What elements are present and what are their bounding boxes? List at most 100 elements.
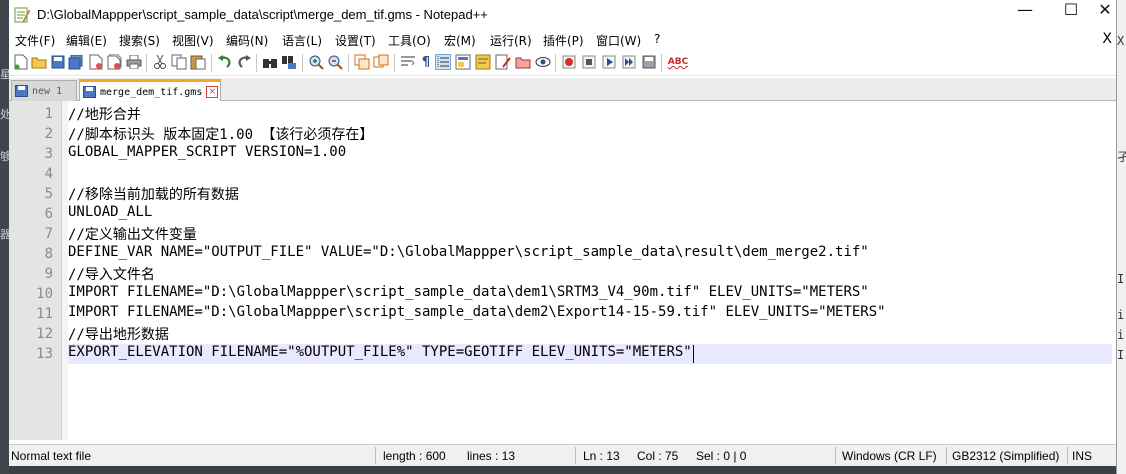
stop-macro-icon[interactable] [581,54,597,70]
toolbar-separator [661,54,662,72]
udl-icon[interactable] [455,54,471,70]
tab-new-1[interactable]: new 1 [11,80,77,101]
menu-language[interactable]: 语言(L) [282,32,322,49]
close-all-icon[interactable] [106,54,122,70]
status-line-number: Ln : 13 [583,449,620,463]
toolbar-separator [256,54,257,72]
status-selection: Sel : 0 | 0 [696,449,747,463]
code-line: //脚本标识头 版本固定1.00 【该行必须存在】 [68,127,374,143]
menu-view[interactable]: 视图(V) [172,32,214,49]
menu-encoding[interactable]: 编码(N) [226,32,268,49]
toolbar: ¶ ABC [9,50,1116,76]
cut-icon[interactable] [152,54,168,70]
run-macro-multiple-icon[interactable] [621,54,637,70]
menu-plugins[interactable]: 插件(P) [543,32,584,49]
menu-file[interactable]: 文件(F) [15,32,55,49]
line-number: 9 [44,266,53,282]
status-insert-mode[interactable]: INS [1072,449,1092,463]
zoom-out-icon[interactable] [327,54,343,70]
copy-icon[interactable] [171,54,187,70]
code-line: IMPORT FILENAME="D:\GlobalMappper\script… [68,284,869,300]
saved-file-icon [15,85,28,97]
close-window-button[interactable]: ✕ [1094,0,1116,30]
menu-window[interactable]: 窗口(W) [596,32,641,49]
menu-tools[interactable]: 工具(O) [388,32,431,49]
menu-settings[interactable]: 设置(T) [335,32,376,49]
desktop-background-left: 星 处 够 器 [0,0,9,474]
toolbar-separator [348,54,349,72]
line-number: 8 [44,246,53,262]
find-icon[interactable] [262,54,278,70]
status-lines: lines : 13 [467,449,516,463]
background-window-text: i [1117,328,1125,342]
folder-workspace-icon[interactable] [515,54,531,70]
redo-icon[interactable] [236,54,252,70]
editor-pane[interactable]: 1 2 3 4 5 6 7 8 9 10 11 12 13 //地形合并 //脚… [9,101,1116,440]
minimize-button[interactable]: — [1002,0,1048,30]
background-window-edge: X 孑 I i i I [1116,0,1126,474]
menu-help[interactable]: ? [654,32,660,46]
line-number-gutter: 1 2 3 4 5 6 7 8 9 10 11 12 13 [9,101,62,440]
line-number: 6 [44,206,53,222]
word-wrap-icon[interactable] [400,54,416,70]
replace-icon[interactable] [281,54,297,70]
print-icon[interactable] [126,54,142,70]
toolbar-separator [211,54,212,72]
doc-map-icon[interactable] [475,54,491,70]
toolbar-separator [146,54,147,72]
indent-guide-icon[interactable] [435,54,451,70]
line-number: 3 [44,146,53,162]
open-file-icon[interactable] [31,54,47,70]
play-macro-icon[interactable] [601,54,617,70]
tab-close-icon[interactable]: × [206,86,219,98]
background-window-text: I [1117,348,1125,362]
menu-macro[interactable]: 宏(M) [444,32,476,49]
status-separator [835,447,836,464]
status-encoding[interactable]: GB2312 (Simplified) [952,449,1059,463]
close-document-button[interactable]: X [1102,31,1112,47]
close-icon[interactable] [88,54,104,70]
code-line: GLOBAL_MAPPER_SCRIPT VERSION=1.00 [68,144,347,160]
save-macro-icon[interactable] [641,54,657,70]
undo-icon[interactable] [217,54,233,70]
status-bar: Normal text file length : 600 lines : 13… [9,444,1116,466]
sync-vertical-icon[interactable] [354,54,370,70]
desktop-text-fragment: 处 [0,108,9,121]
status-separator [1067,447,1068,464]
title-bar[interactable]: D:\GlobalMappper\script_sample_data\scri… [9,0,1116,30]
new-file-icon[interactable] [13,54,29,70]
status-file-type: Normal text file [11,449,92,463]
tab-merge-dem-tif[interactable]: merge_dem_tif.gms × [79,79,221,102]
tab-label: merge_dem_tif.gms [100,86,203,98]
current-code-line: EXPORT_ELEVATION FILENAME="%OUTPUT_FILE%… [68,344,1112,364]
status-separator [375,447,376,464]
background-window-text: 孑 [1117,150,1126,164]
paste-icon[interactable] [190,54,206,70]
monitor-icon[interactable] [535,54,551,70]
function-list-icon[interactable] [495,54,511,70]
status-eol[interactable]: Windows (CR LF) [842,449,937,463]
status-column: Col : 75 [637,449,679,463]
background-window-text: i [1117,308,1125,322]
save-all-icon[interactable] [68,54,84,70]
toolbar-separator [394,54,395,72]
line-number: 7 [44,226,53,242]
menu-edit[interactable]: 编辑(E) [66,32,107,49]
show-all-chars-icon[interactable]: ¶ [418,54,434,70]
code-area[interactable]: //地形合并 //脚本标识头 版本固定1.00 【该行必须存在】 GLOBAL_… [68,101,1116,440]
line-number: 11 [36,306,53,322]
desktop-text-fragment: 星 [0,68,9,81]
sync-horizontal-icon[interactable] [373,54,389,70]
line-number: 4 [44,166,53,182]
zoom-in-icon[interactable] [308,54,324,70]
menu-search[interactable]: 搜索(S) [119,32,160,49]
maximize-button[interactable]: ☐ [1048,0,1094,30]
record-macro-icon[interactable] [561,54,577,70]
spell-check-icon[interactable]: ABC [667,54,689,70]
menu-run[interactable]: 运行(R) [490,32,532,49]
code-line: //移除当前加载的所有数据 [68,187,239,203]
line-number: 1 [44,106,53,122]
code-line: IMPORT FILENAME="D:\GlobalMappper\script… [68,304,886,320]
save-icon[interactable] [50,54,66,70]
